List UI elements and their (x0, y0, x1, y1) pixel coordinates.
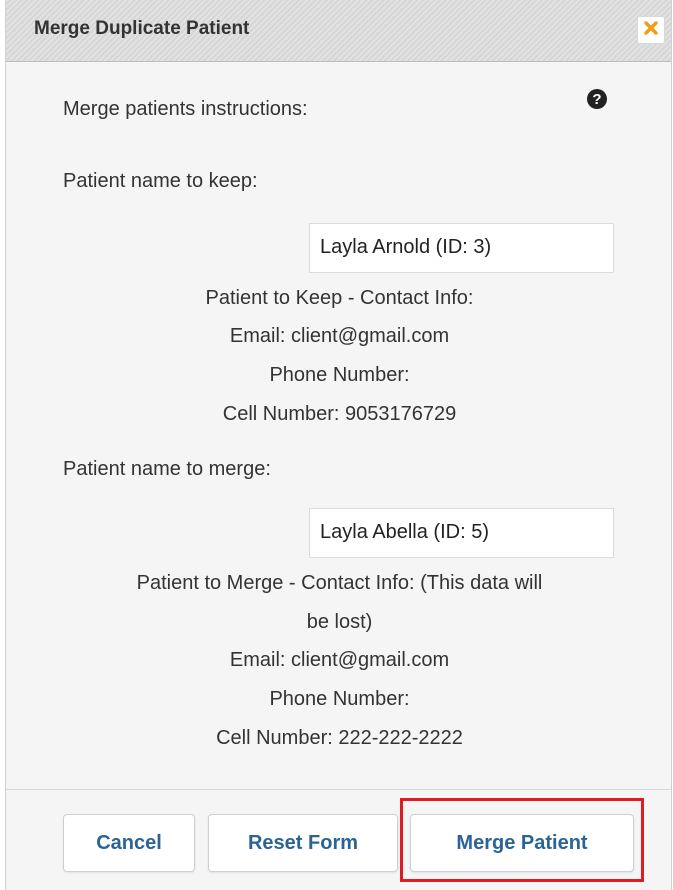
footer-divider (6, 789, 671, 790)
instructions-label: Merge patients instructions: (63, 98, 308, 120)
merge-contact-heading: Patient to Merge - Contact Info: (This d… (136, 572, 543, 594)
merge-patient-button[interactable]: Merge Patient (410, 814, 634, 872)
merge-patient-label: Patient name to merge: (63, 458, 271, 480)
keep-patient-label: Patient name to keep: (63, 170, 258, 192)
dialog-title: Merge Duplicate Patient (34, 18, 250, 39)
merge-email: Email: client@gmail.com (229, 649, 450, 671)
close-button[interactable] (637, 16, 665, 44)
svg-text:?: ? (592, 91, 601, 108)
merge-contact-heading-continued: be lost) (306, 611, 373, 633)
keep-patient-field[interactable]: Layla Arnold (ID: 3) (309, 223, 614, 273)
merge-patient-field[interactable]: Layla Abella (ID: 5) (309, 508, 614, 558)
merge-phone: Phone Number: (269, 688, 410, 710)
close-x-icon (643, 20, 659, 41)
reset-form-button[interactable]: Reset Form (208, 814, 398, 872)
dialog-titlebar: Merge Duplicate Patient (6, 0, 671, 62)
question-circle-icon[interactable]: ? (586, 88, 608, 110)
keep-contact-heading: Patient to Keep - Contact Info: (205, 287, 474, 309)
keep-cell: Cell Number: 9053176729 (222, 403, 457, 425)
keep-email: Email: client@gmail.com (229, 325, 450, 347)
merge-cell: Cell Number: 222-222-2222 (216, 727, 463, 749)
cancel-button[interactable]: Cancel (63, 814, 195, 872)
keep-phone: Phone Number: (269, 364, 410, 386)
merge-duplicate-patient-dialog: Merge Duplicate Patient Merge patients i… (5, 0, 672, 890)
